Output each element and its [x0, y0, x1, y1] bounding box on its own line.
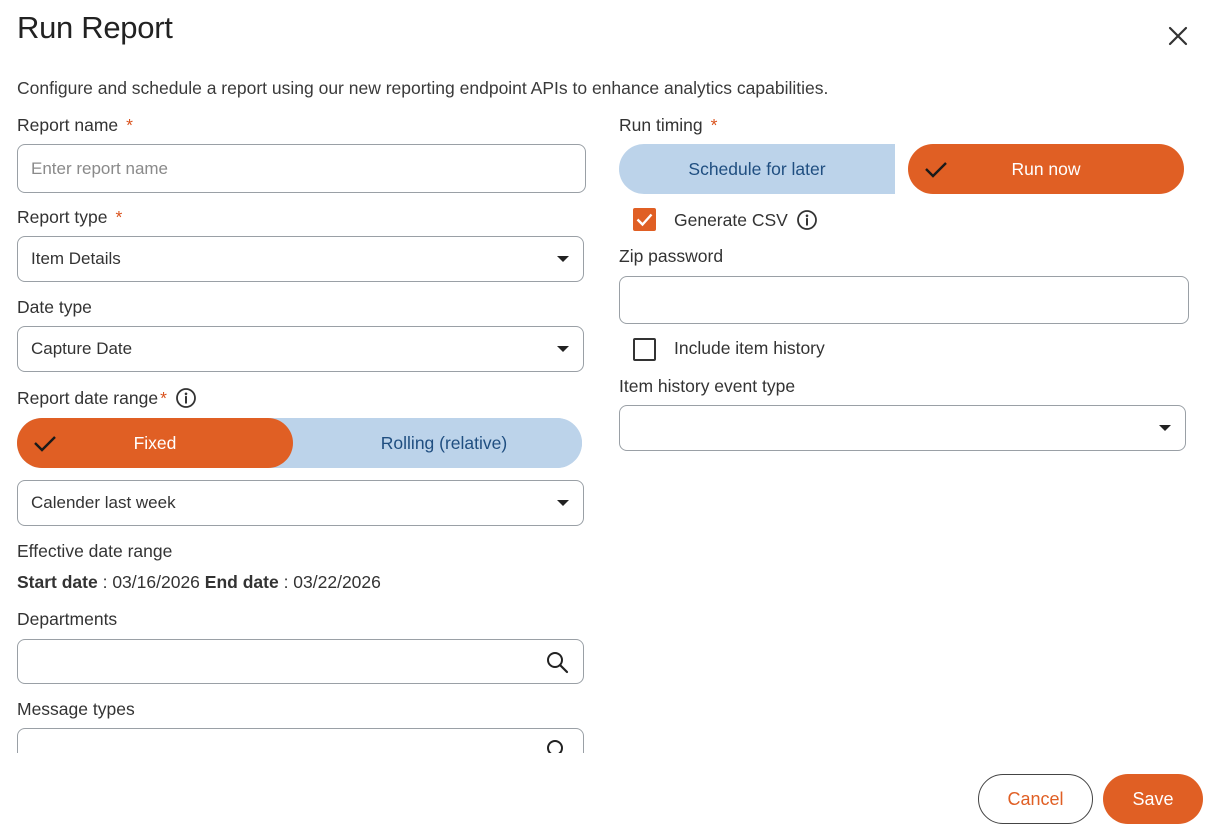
zip-password-input[interactable]: [619, 276, 1189, 324]
date-type-label: Date type: [17, 297, 92, 317]
chevron-down-icon: [1159, 425, 1171, 431]
cancel-button[interactable]: Cancel: [978, 774, 1093, 824]
search-icon[interactable]: [545, 650, 569, 674]
report-type-select[interactable]: Item Details: [17, 236, 584, 282]
start-date-value: : 03/16/2026: [102, 572, 200, 592]
message-types-label: Message types: [17, 699, 135, 719]
departments-search-input[interactable]: [17, 639, 584, 684]
run-now-label: Run now: [1011, 158, 1081, 179]
effective-date-range-values: Start date : 03/16/2026 End date : 03/22…: [17, 572, 381, 593]
report-name-label: Report name *: [17, 115, 133, 135]
rolling-option[interactable]: Rolling (relative): [306, 418, 582, 468]
chevron-down-icon: [557, 500, 569, 506]
item-history-event-type-label: Item history event type: [619, 376, 796, 396]
dialog-subtitle: Configure and schedule a report using ou…: [17, 78, 829, 98]
end-date-value: : 03/22/2026: [283, 572, 381, 592]
report-name-input[interactable]: Enter report name: [17, 144, 586, 193]
scroll-clip: [0, 753, 600, 773]
chevron-down-icon: [557, 256, 569, 262]
close-icon[interactable]: [1166, 24, 1190, 48]
info-icon[interactable]: [796, 209, 818, 231]
rolling-option-label: Rolling (relative): [380, 432, 508, 453]
date-range-value: Calender last week: [31, 493, 176, 512]
include-item-history-checkbox[interactable]: [633, 338, 656, 361]
info-icon[interactable]: [175, 387, 197, 409]
fixed-option[interactable]: Fixed: [17, 418, 293, 468]
generate-csv-label: Generate CSV: [674, 209, 818, 231]
departments-label: Departments: [17, 609, 118, 629]
include-item-history-label: Include item history: [674, 338, 825, 358]
schedule-later-option[interactable]: Schedule for later: [619, 144, 895, 194]
date-type-select[interactable]: Capture Date: [17, 326, 584, 372]
fixed-option-label: Fixed: [133, 432, 177, 453]
date-range-select[interactable]: Calender last week: [17, 480, 584, 526]
effective-date-range-label: Effective date range: [17, 541, 173, 561]
schedule-later-label: Schedule for later: [688, 158, 826, 179]
check-icon: [636, 213, 653, 227]
start-date-label: Start date: [17, 572, 98, 592]
report-date-range-label: Report date range *: [17, 387, 197, 409]
end-date-label: End date: [204, 572, 279, 592]
page-title: Run Report: [17, 10, 173, 45]
check-icon: [925, 162, 947, 178]
report-type-value: Item Details: [31, 249, 121, 268]
save-button[interactable]: Save: [1103, 774, 1203, 824]
zip-password-label: Zip password: [619, 246, 724, 266]
run-now-option[interactable]: Run now: [908, 144, 1184, 194]
date-type-value: Capture Date: [31, 339, 133, 358]
check-icon: [34, 436, 56, 452]
report-name-placeholder: Enter report name: [31, 158, 169, 178]
item-history-event-type-select[interactable]: [619, 405, 1186, 451]
report-type-label: Report type *: [17, 207, 123, 227]
run-timing-label: Run timing *: [619, 115, 718, 135]
generate-csv-checkbox[interactable]: [633, 208, 656, 231]
chevron-down-icon: [557, 346, 569, 352]
